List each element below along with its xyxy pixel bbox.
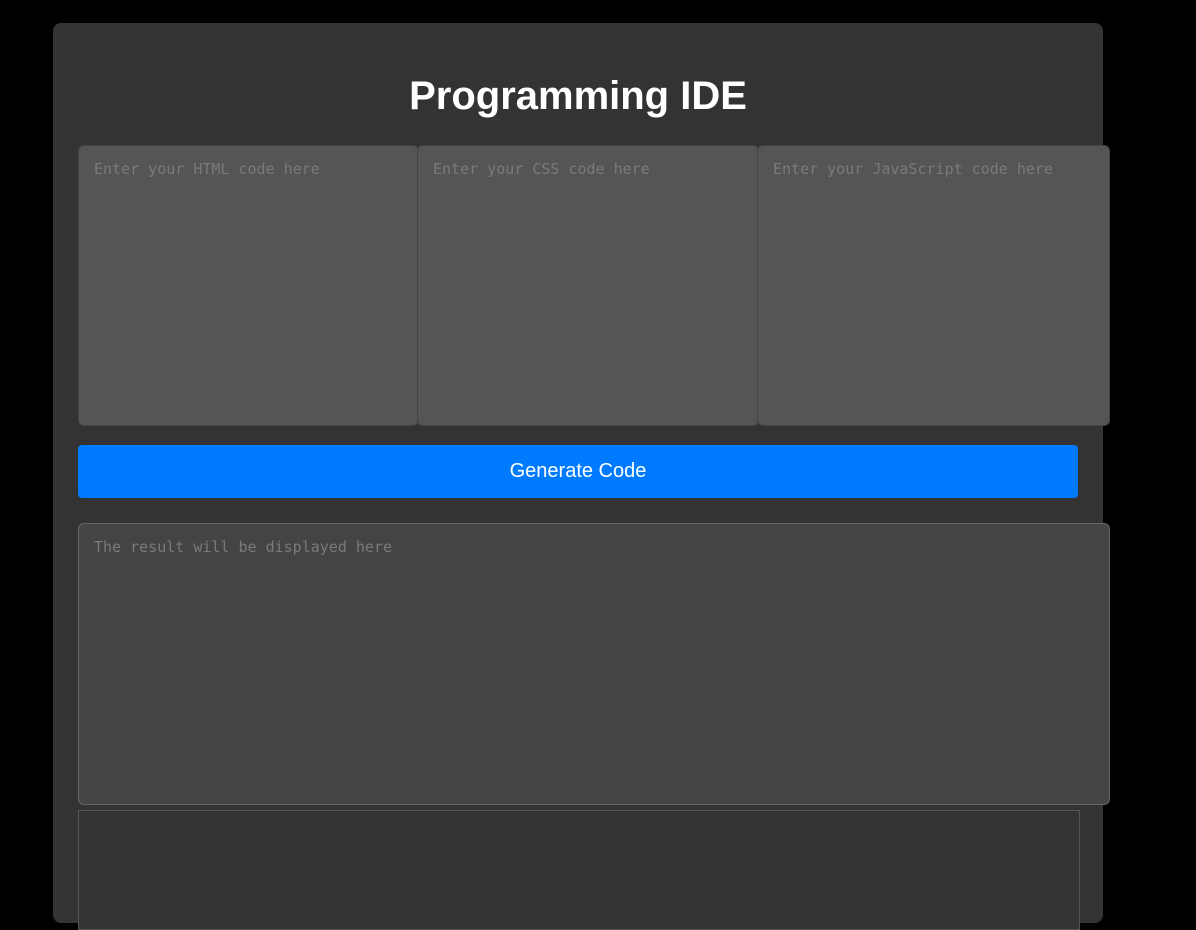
html-code-input[interactable] <box>78 145 419 426</box>
js-code-input[interactable] <box>757 145 1110 426</box>
css-code-input[interactable] <box>417 145 759 426</box>
page-title: Programming IDE <box>409 74 747 118</box>
generate-code-button[interactable]: Generate Code <box>78 445 1078 498</box>
ide-container: Programming IDE Generate Code <box>53 23 1110 930</box>
preview-frame[interactable] <box>78 810 1080 930</box>
result-output[interactable] <box>78 523 1110 805</box>
